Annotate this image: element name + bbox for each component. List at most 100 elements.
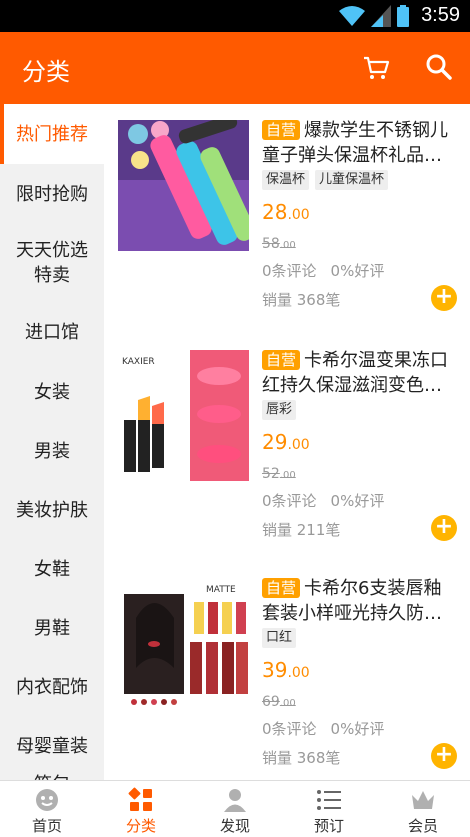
product-tags: 口红 [262,628,297,648]
review-count: 0条评论 [262,720,317,738]
member-icon [412,791,434,809]
sidebar-item-men[interactable]: 男装 [0,422,104,480]
product-image-thermos[interactable] [118,120,249,251]
review-count: 0条评论 [262,492,317,510]
sidebar-item-label: 男装 [34,440,70,462]
product-reviews: 0条评论 0%好评 [262,260,384,281]
product-tag: 儿童保温杯 [315,170,389,190]
product-sales: 销量 368笔 [262,749,341,767]
sidebar-item-label: 女鞋 [34,558,70,580]
price-decimal: .00 [287,665,310,681]
orig-price-decimal: .00 [279,470,296,481]
price-decimal: .00 [287,207,310,223]
add-to-cart-button[interactable]: + [431,285,457,311]
self-operated-badge: 自营 [262,350,301,370]
sidebar-item-daily-deals[interactable]: 天天优选特卖 [0,224,104,302]
discover-icon [224,789,246,812]
good-rate: 0%好评 [330,492,385,510]
sidebar-item-label: 箱包 [34,772,70,781]
product-tag: 口红 [262,628,297,648]
review-count: 0条评论 [262,262,317,280]
sidebar-item-bags[interactable]: 箱包 [0,764,104,781]
product-title[interactable]: 自营 卡希尔6支装唇釉套装小样哑光持久防… [262,576,458,626]
original-price: 52.00 [262,466,296,482]
product-price: 39.00 [262,658,310,682]
self-operated-badge: 自营 [262,120,301,140]
good-rate: 0%好评 [330,262,385,280]
search-icon[interactable] [425,53,453,81]
tab-category[interactable]: 分类 [94,781,188,837]
product-title[interactable]: 自营 卡希尔温变果冻口红持久保湿滋润变色… [262,348,458,398]
sidebar-item-label: 女装 [34,381,70,403]
original-price: 58.00 [262,236,296,252]
cart-icon[interactable] [362,54,390,82]
price-integer: 28 [262,200,288,224]
product-tag: 保温杯 [262,170,310,190]
product-sales: 销量 211笔 [262,521,341,539]
product-tags: 保温杯 儿童保温杯 [262,170,389,190]
sidebar-item-men-shoes[interactable]: 男鞋 [0,598,104,658]
tab-discover[interactable]: 发现 [188,781,282,837]
tab-label: 会员 [407,817,438,835]
booking-icon [317,790,341,810]
sidebar-item-label: 天天优选特卖 [16,240,88,286]
product-card[interactable]: 自营 爆款学生不锈钢儿童子弹头保温杯礼品… 保温杯 儿童保温杯 28.00 58.… [104,104,470,332]
add-to-cart-button[interactable]: + [431,743,457,769]
self-operated-badge: 自营 [262,578,301,598]
sidebar-item-flash-sale[interactable]: 限时抢购 [0,164,104,224]
sidebar-item-women-shoes[interactable]: 女鞋 [0,540,104,598]
battery-icon [397,4,410,27]
tab-label: 发现 [219,817,250,835]
orig-price-integer: 58 [262,236,280,252]
product-reviews: 0条评论 0%好评 [262,490,384,511]
home-icon [36,789,58,811]
category-sidebar[interactable]: 热门推荐 限时抢购 天天优选特卖 进口馆 女装 男装 美妆护肤 女鞋 男鞋 内衣… [0,104,104,780]
tab-label: 分类 [125,817,156,835]
product-title[interactable]: 自营 爆款学生不锈钢儿童子弹头保温杯礼品… [262,118,458,168]
add-to-cart-button[interactable]: + [431,515,457,541]
bottom-tab-bar: 首页 分类 发现 预订 会员 [0,780,470,837]
wifi-icon [339,5,366,26]
signal-icon [371,4,392,27]
orig-price-integer: 52 [262,466,280,482]
product-reviews: 0条评论 0%好评 [262,718,384,739]
price-decimal: .00 [287,437,310,453]
sidebar-item-label: 内衣配饰 [16,676,88,698]
original-price: 69.00 [262,694,296,710]
sidebar-item-import[interactable]: 进口馆 [0,302,104,362]
product-list[interactable]: 自营 爆款学生不锈钢儿童子弹头保温杯礼品… 保温杯 儿童保温杯 28.00 58.… [104,104,470,780]
sidebar-item-hot[interactable]: 热门推荐 [0,104,104,164]
image-brand-text: MATTE [206,585,236,595]
image-brand-text: KAXIER [122,357,155,367]
product-image-lip-glaze-set[interactable]: MATTE [118,578,249,709]
orig-price-decimal: .00 [279,698,296,709]
sidebar-item-women[interactable]: 女装 [0,362,104,422]
tab-label: 预订 [313,817,344,835]
tab-label: 首页 [31,817,62,835]
clock: 3:59 [421,4,460,26]
product-card[interactable]: MATTE 自营 卡希尔6支装唇釉套装小样哑光持久防… 口红 39.00 69.… [104,562,470,780]
sidebar-item-label: 热门推荐 [16,123,88,145]
product-image-lipstick[interactable]: KAXIER [118,350,249,481]
orig-price-decimal: .00 [279,240,296,251]
sidebar-item-label: 进口馆 [25,321,79,343]
price-integer: 39 [262,658,288,682]
status-icons: 3:59 [339,4,460,27]
tab-home[interactable]: 首页 [0,781,94,837]
page-title: 分类 [22,58,70,86]
product-tag: 唇彩 [262,400,297,420]
product-sales: 销量 368笔 [262,291,341,309]
sidebar-item-label: 母婴童装 [16,735,88,757]
sidebar-item-beauty[interactable]: 美妆护肤 [0,480,104,540]
price-integer: 29 [262,430,288,454]
app-header: 分类 [0,32,470,104]
product-price: 28.00 [262,200,310,224]
good-rate: 0%好评 [330,720,385,738]
sidebar-item-label: 限时抢购 [16,183,88,205]
sidebar-item-underwear[interactable]: 内衣配饰 [0,658,104,716]
tab-booking[interactable]: 预订 [282,781,376,837]
sidebar-item-label: 美妆护肤 [16,499,88,521]
sidebar-item-label: 男鞋 [34,617,70,639]
tab-member[interactable]: 会员 [376,781,470,837]
product-card[interactable]: KAXIER 自营 卡希尔温变果冻口红持久保湿滋润变色… 唇彩 29.00 52.… [104,334,470,562]
